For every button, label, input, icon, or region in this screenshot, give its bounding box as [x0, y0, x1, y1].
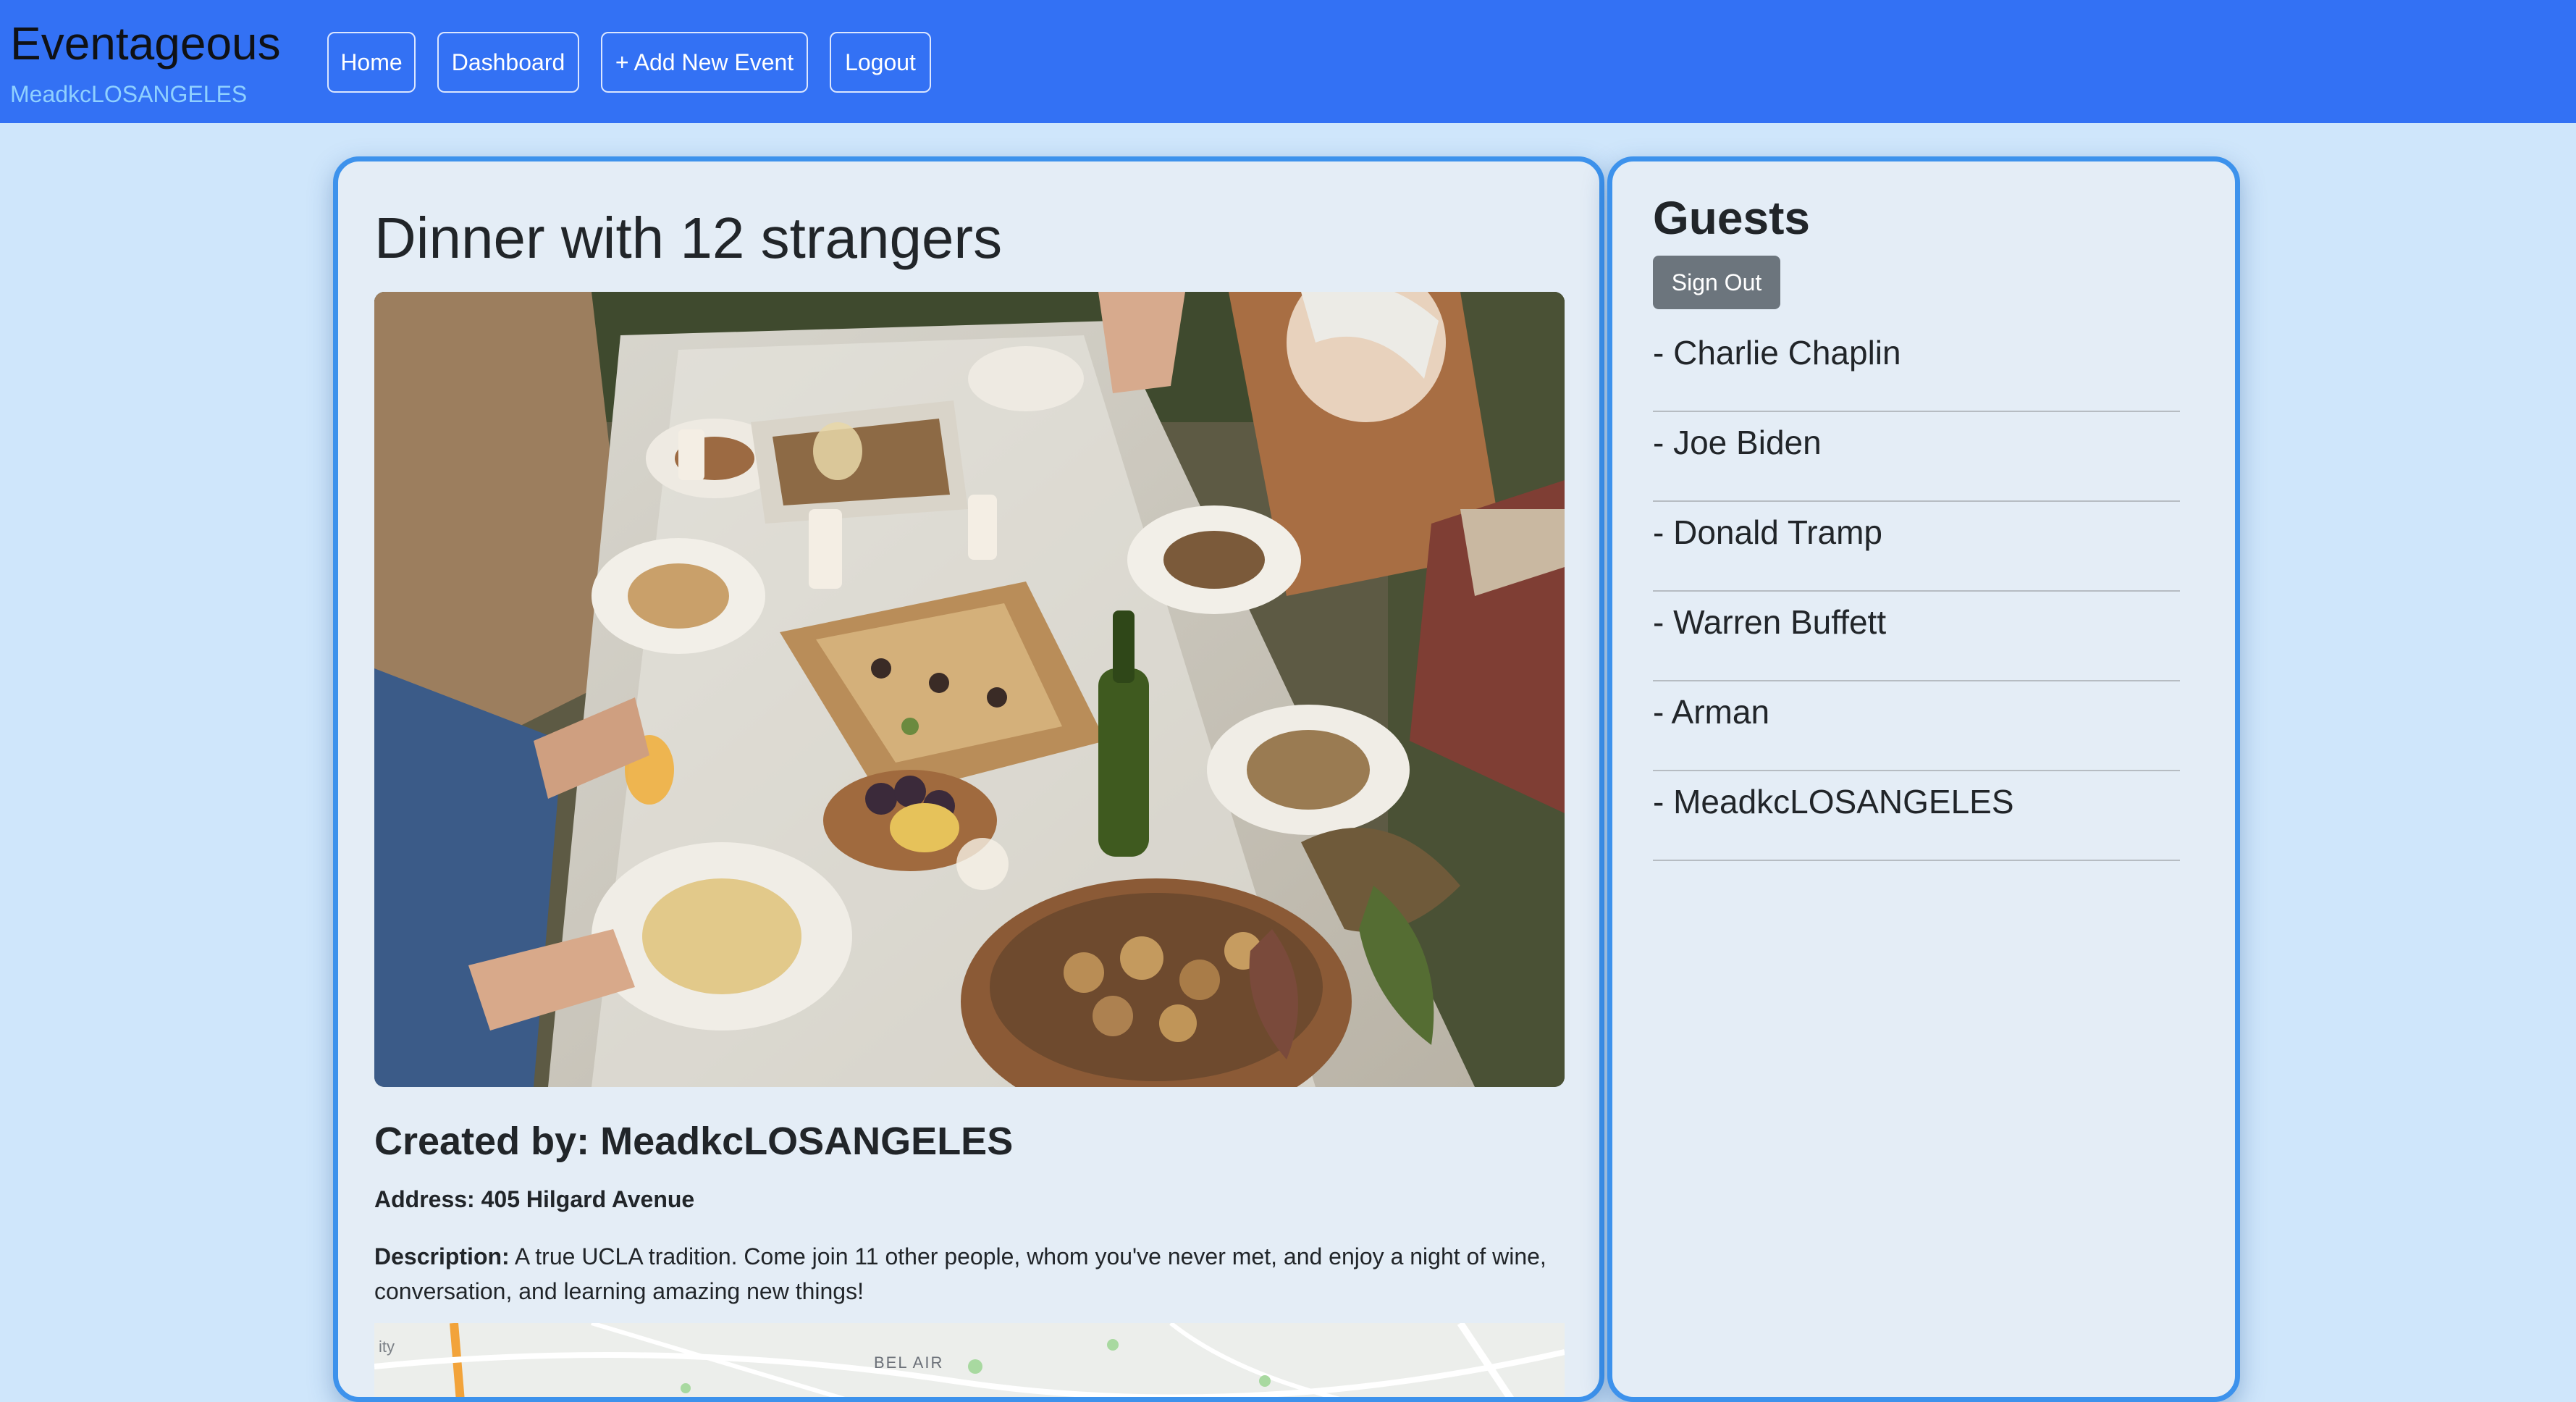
top-navbar: Eventageous MeadkcLOSANGELES Home Dashbo…	[0, 0, 2576, 123]
guest-list-item: - Arman	[1653, 681, 2180, 771]
guest-list-item: - Warren Buffett	[1653, 592, 2180, 681]
guest-list-item: - MeadkcLOSANGELES	[1653, 771, 2180, 861]
guests-card: Guests Sign Out - Charlie Chaplin - Joe …	[1607, 156, 2240, 1402]
brand-logo[interactable]: Eventageous	[10, 14, 281, 72]
event-title: Dinner with 12 strangers	[374, 206, 1003, 270]
guest-list-item: - Donald Tramp	[1653, 502, 2180, 592]
event-location-map[interactable]: ity BEL AIR	[374, 1323, 1565, 1397]
event-photo	[374, 292, 1565, 1087]
guest-list-item: - Joe Biden	[1653, 412, 2180, 502]
map-area-label: BEL AIR	[874, 1353, 944, 1372]
nav-dashboard-button[interactable]: Dashboard	[437, 32, 579, 93]
nav-logout-button[interactable]: Logout	[830, 32, 931, 93]
nav-add-event-button[interactable]: + Add New Event	[601, 32, 808, 93]
event-address: Address: 405 Hilgard Avenue	[374, 1186, 695, 1212]
guest-list-item: - Charlie Chaplin	[1653, 322, 2180, 412]
sign-out-button[interactable]: Sign Out	[1653, 256, 1780, 309]
event-detail-card: Dinner with 12 strangers Created by: Mea…	[333, 156, 1604, 1402]
guests-title: Guests	[1653, 192, 1810, 244]
description-label: Description:	[374, 1243, 510, 1269]
guest-list: - Charlie Chaplin - Joe Biden - Donald T…	[1653, 322, 2180, 861]
event-creator: Created by: MeadkcLOSANGELES	[374, 1120, 1014, 1163]
map-area-label-partial: ity	[379, 1338, 395, 1356]
event-description: Description: A true UCLA tradition. Come…	[374, 1239, 1569, 1309]
nav-home-button[interactable]: Home	[327, 32, 416, 93]
description-text: A true UCLA tradition. Come join 11 othe…	[374, 1243, 1546, 1304]
logged-in-username: MeadkcLOSANGELES	[10, 81, 248, 107]
